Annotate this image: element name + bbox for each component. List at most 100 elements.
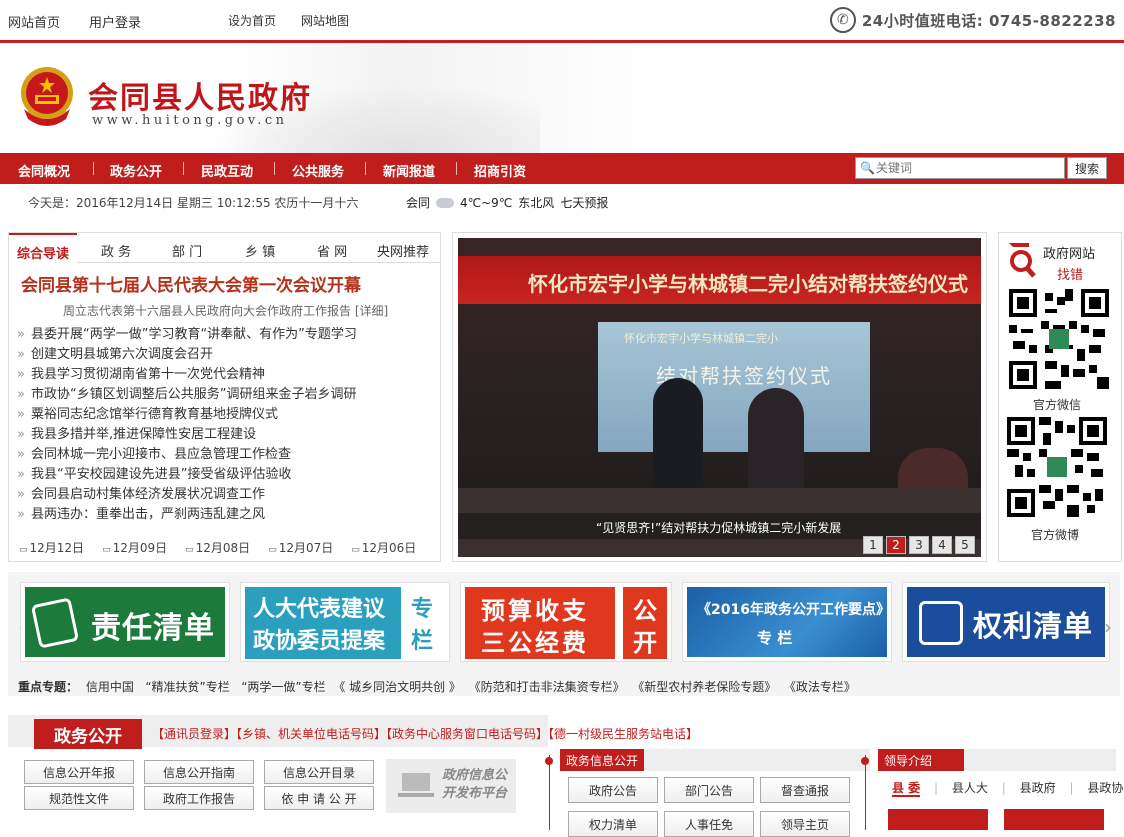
sitemap-link[interactable]: 网站地图 [301, 12, 349, 29]
news-item[interactable]: 创建文明县城第六次调度会召开 [17, 343, 437, 363]
weibo-label: 官方微博 [1031, 528, 1080, 542]
page-dot-active[interactable]: 2 [886, 536, 906, 554]
find-error-title[interactable]: 政府网站 [1043, 243, 1095, 262]
annual-report-button[interactable]: 信息公开年报 [24, 760, 134, 784]
slide-caption[interactable]: “见贤思齐!”结对帮扶力促林城镇二完小新发展 [596, 519, 841, 536]
banner-rights-list[interactable]: 权利清单 [902, 582, 1110, 662]
weather-temp: 4℃~9℃ [460, 195, 513, 210]
banner-responsibility-list[interactable]: 责任清单 [20, 582, 230, 662]
page-dot[interactable]: 4 [932, 536, 952, 554]
leader-tab[interactable]: 县政府 [1020, 781, 1056, 795]
news-item[interactable]: 我县学习贯彻湖南省第十一次党代会精神 [17, 363, 437, 383]
date-tab[interactable]: 12月08日 [185, 539, 251, 556]
banner-proposals[interactable]: 人大代表建议 政协委员提案 专 栏 [240, 582, 450, 662]
nav-separator [183, 162, 184, 175]
magnifier-icon[interactable] [1007, 241, 1037, 279]
leader-homepage-button[interactable]: 领导主页 [760, 811, 850, 837]
work-report-button[interactable]: 政府工作报告 [144, 786, 254, 810]
nav-separator [365, 162, 366, 175]
chevron-right-icon[interactable]: › [1100, 612, 1116, 642]
news-item[interactable]: 我县“平安校园建设先进县”接受省级评估验收 [17, 463, 437, 483]
photo-slideshow: 怀化市宏宇小学与林城镇二完小结对帮扶签约仪式 怀化市宏宇小学与林城镇二完小 结对… [452, 232, 987, 562]
appointments-button[interactable]: 人事任免 [664, 811, 754, 837]
tab-department[interactable]: 部 门 [172, 241, 202, 260]
news-item[interactable]: 我县多措并举,推进保障性安居工程建设 [17, 423, 437, 443]
home-link[interactable]: 网站首页 [8, 12, 60, 31]
gov-notice-button[interactable]: 政府公告 [568, 777, 658, 803]
banner-bg: 人大代表建议 政协委员提案 专 栏 [245, 587, 445, 659]
leader-photo[interactable] [1004, 809, 1104, 830]
leader-tab[interactable]: 县人大 [952, 781, 988, 795]
info-disclosure-head[interactable]: 政务信息公开 [560, 749, 645, 771]
page-dot[interactable]: 1 [863, 536, 883, 554]
seven-day-forecast-link[interactable]: 七天预报 [560, 194, 608, 211]
key-topics: 重点专题： 信用中国 “精准扶贫”专栏 “两学一做”专栏 《 城乡同治文明共创 … [18, 678, 856, 695]
quick-links[interactable]: 【通讯员登录】【乡镇、机关单位电话号码】【政务中心服务窗口电话号码】【德一村级民… [152, 725, 698, 742]
gov-affairs-section: 政务公开 【通讯员登录】【乡镇、机关单位电话号码】【政务中心服务窗口电话号码】【… [8, 715, 1124, 837]
tab-central[interactable]: 央网推荐 [377, 241, 429, 260]
banner-2016-points[interactable]: 《2016年政务公开工作要点》 专 栏 [682, 582, 892, 662]
topic-link[interactable]: 《政法专栏》 [784, 680, 856, 694]
page-dot[interactable]: 3 [909, 536, 929, 554]
date-tab[interactable]: 12月06日 [351, 539, 417, 556]
site-title[interactable]: 会同县人民政府 [88, 73, 312, 117]
news-item[interactable]: 县两违办：重拳出击，严刹两违乱建之风 [17, 503, 437, 523]
banner-text: 人大代表建议 [253, 597, 386, 622]
inspection-button[interactable]: 督查通报 [760, 777, 850, 803]
topic-link[interactable]: “精准扶贫”专栏 [145, 680, 229, 694]
banner-side-text: 公 [633, 597, 657, 625]
news-item[interactable]: 会同林城一完小迎接市、县应急管理工作检查 [17, 443, 437, 463]
leaders-head[interactable]: 领导介绍 [878, 749, 964, 771]
apply-disclosure-button[interactable]: 依 申 请 公 开 [264, 786, 374, 810]
headline-summary[interactable]: 周立志代表第十六届县人民政府向大会作政府工作报告 [详细] [63, 302, 388, 319]
news-item[interactable]: 粟裕同志纪念馆举行德育教育基地授牌仪式 [17, 403, 437, 423]
power-list-button[interactable]: 权力清单 [568, 811, 658, 837]
weather-city: 会同 [406, 196, 431, 210]
date-tab[interactable]: 12月07日 [268, 539, 334, 556]
leader-photo[interactable] [888, 809, 988, 830]
national-emblem-icon[interactable] [16, 63, 78, 129]
search-button[interactable]: 搜索 [1067, 157, 1107, 179]
tab-province[interactable]: 省 网 [317, 241, 347, 260]
weibo-qr-icon [1007, 417, 1107, 517]
catalog-button[interactable]: 信息公开目录 [264, 760, 374, 784]
topic-link[interactable]: 《 城乡同治文明共创 》 [333, 680, 461, 694]
nav-separator [274, 162, 275, 175]
dept-notice-button[interactable]: 部门公告 [664, 777, 754, 803]
login-link[interactable]: 用户登录 [89, 12, 141, 31]
nav-item-gov-affairs[interactable]: 政务公开 [110, 161, 162, 180]
nav-item-investment[interactable]: 招商引资 [474, 161, 526, 180]
topic-link[interactable]: “两学一做”专栏 [241, 680, 325, 694]
headline-link[interactable]: 会同县第十七届人民代表大会第一次会议开幕 [21, 271, 361, 296]
date-tab[interactable]: 12月09日 [102, 539, 168, 556]
section-title[interactable]: 政务公开 [34, 719, 142, 749]
date-tab[interactable]: 12月12日 [19, 539, 85, 556]
banner-budget[interactable]: 预算收支 三公经费 公 开 [460, 582, 672, 662]
topic-link[interactable]: 《防范和打击非法集资专栏》 [469, 680, 625, 694]
normative-docs-button[interactable]: 规范性文件 [24, 786, 134, 810]
nav-item-interaction[interactable]: 民政互动 [201, 161, 253, 180]
set-homepage-link[interactable]: 设为首页 [228, 12, 276, 29]
topic-link[interactable]: 信用中国 [86, 680, 134, 694]
leader-tab[interactable]: 县 委 [892, 781, 921, 797]
banner-text: 三公经费 [481, 629, 589, 657]
tab-gov[interactable]: 政 务 [101, 241, 131, 260]
tab-township[interactable]: 乡 镇 [245, 241, 275, 260]
nav-item-overview[interactable]: 会同概况 [18, 161, 70, 180]
leader-tabs: 县 委 | 县人大 | 县政府 | 县政协 [892, 781, 1124, 797]
news-item[interactable]: 县委开展“两学一做”学习教育“讲奉献、有作为”专题学习 [17, 323, 437, 343]
slide-photo[interactable]: 怀化市宏宇小学与林城镇二完小结对帮扶签约仪式 怀化市宏宇小学与林城镇二完小 结对… [458, 238, 981, 557]
leader-tab[interactable]: 县政协 [1087, 781, 1123, 795]
find-error-subtitle[interactable]: 找错 [1057, 264, 1083, 283]
guide-button[interactable]: 信息公开指南 [144, 760, 254, 784]
news-item[interactable]: 会同县启动村集体经济发展状况调查工作 [17, 483, 437, 503]
news-tabs: 综合导读 政 务 部 门 乡 镇 省 网 央网推荐 [9, 233, 440, 263]
nav-item-public-service[interactable]: 公共服务 [292, 161, 344, 180]
page-dot[interactable]: 5 [955, 536, 975, 554]
nav-item-news[interactable]: 新闻报道 [383, 161, 435, 180]
tab-overview[interactable]: 综合导读 [9, 233, 78, 263]
news-item[interactable]: 市政协“乡镇区划调整后公共服务”调研组来金子岩乡调研 [17, 383, 437, 403]
topic-link[interactable]: 《新型农村养老保险专题》 [632, 680, 776, 694]
search-input[interactable] [876, 161, 1056, 175]
event-banner-text: 怀化市宏宇小学与林城镇二完小结对帮扶签约仪式 [528, 272, 968, 296]
